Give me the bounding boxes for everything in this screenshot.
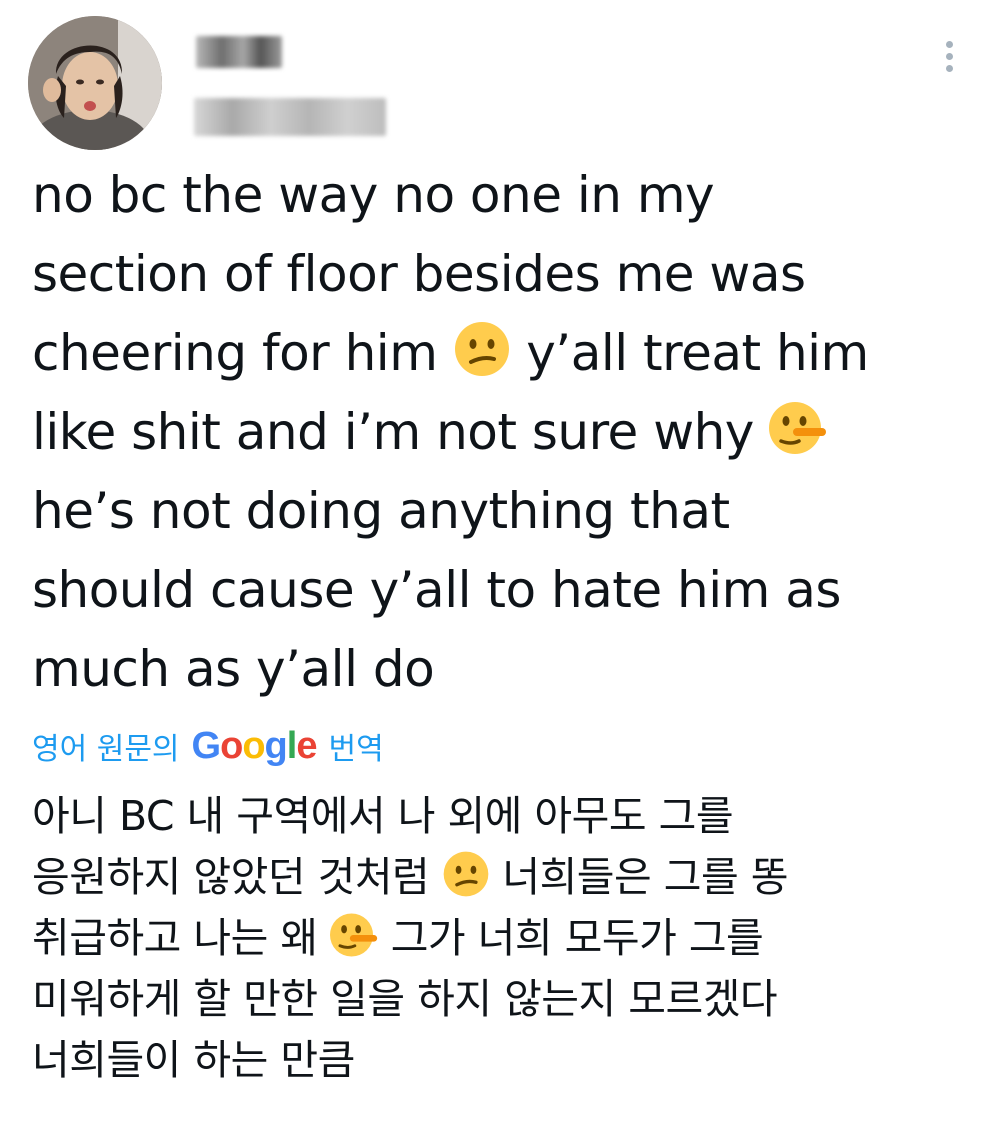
confused-face-icon bbox=[453, 320, 511, 378]
tweet-text-line: section of floor besides me was bbox=[32, 245, 806, 303]
translated-text-line: 응원하지 않았던 것처럼 너희들은 그를 똥 bbox=[32, 847, 972, 908]
user-handle[interactable] bbox=[194, 98, 386, 136]
translated-text-line: 너희들이 하는 만큼 bbox=[32, 1036, 355, 1084]
translated-text-line: 취급하고 나는 왜 그가 너희 모두가 그를 bbox=[32, 908, 972, 969]
translated-text-fragment: 그가 너희 모두가 그를 bbox=[390, 914, 764, 962]
translated-text-fragment: 취급하고 나는 왜 bbox=[32, 914, 318, 962]
display-name[interactable] bbox=[196, 36, 282, 68]
tweet-text-fragment: y’all treat him bbox=[526, 324, 869, 382]
more-vertical-icon bbox=[945, 40, 953, 48]
more-vertical-icon bbox=[945, 52, 953, 60]
tweet-text-fragment: like shit and i’m not sure why bbox=[32, 403, 754, 461]
lying-face-icon bbox=[330, 911, 378, 959]
lying-face-icon bbox=[769, 399, 827, 457]
tweet-text: no bc the way no one in my section of fl… bbox=[32, 156, 972, 709]
translated-text-line: 미워하게 할 만한 일을 하지 않는지 모르겠다 bbox=[32, 975, 778, 1023]
tweet-text-line: should cause y’all to hate him as bbox=[32, 561, 841, 619]
tweet-text-fragment: cheering for him bbox=[32, 324, 438, 382]
translation-prefix: 영어 원문의 bbox=[32, 732, 180, 767]
tweet-text-line: he’s not doing anything that bbox=[32, 482, 730, 540]
translated-text: 아니 BC 내 구역에서 나 외에 아무도 그를 응원하지 않았던 것처럼 너희… bbox=[32, 786, 972, 1091]
profile-photo bbox=[28, 16, 162, 150]
translation-suffix: 번역 bbox=[328, 732, 384, 767]
more-options-button[interactable] bbox=[934, 34, 964, 78]
avatar[interactable] bbox=[28, 16, 162, 150]
more-vertical-icon bbox=[945, 64, 953, 72]
tweet-text-line: like shit and i’m not sure why bbox=[32, 393, 972, 472]
translated-text-fragment: 응원하지 않았던 것처럼 bbox=[32, 853, 430, 901]
translated-text-fragment: 너희들은 그를 똥 bbox=[502, 853, 788, 901]
google-logo: Google bbox=[191, 724, 318, 767]
tweet-text-line: no bc the way no one in my bbox=[32, 166, 715, 224]
tweet-text-line: cheering for him y’all treat him bbox=[32, 314, 972, 393]
translated-by-google-link[interactable]: 영어 원문의 Google 번역 bbox=[32, 724, 384, 768]
tweet-text-line: much as y’all do bbox=[32, 640, 435, 698]
translated-text-line: 아니 BC 내 구역에서 나 외에 아무도 그를 bbox=[32, 792, 734, 840]
confused-face-icon bbox=[442, 850, 490, 898]
